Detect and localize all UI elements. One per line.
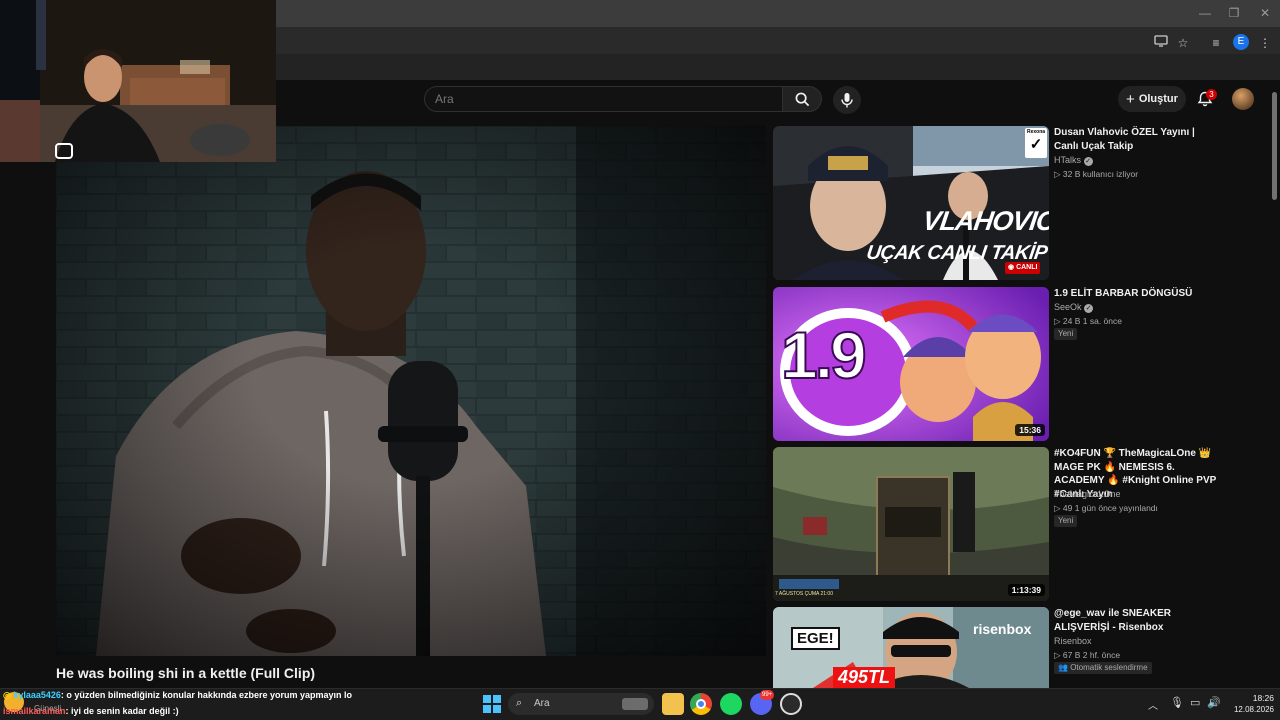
dubbing-icon: 👥 bbox=[1058, 663, 1071, 672]
search-button[interactable] bbox=[782, 86, 822, 112]
sidebar-video-1-title[interactable]: Dusan Vlahovic ÖZEL Yayını | Canlı Uçak … bbox=[1054, 126, 1219, 153]
sidebar-video-4-meta: ▷ 67 B 2 hf. önce bbox=[1054, 650, 1121, 660]
thumbnail-image bbox=[773, 447, 1049, 601]
app-icon[interactable] bbox=[780, 693, 802, 715]
webcam-frame bbox=[0, 0, 276, 162]
sidebar-video-3-meta: ▷ 49 1 gün önce yayınlandı bbox=[1054, 503, 1158, 513]
verified-icon: ✓ bbox=[1083, 157, 1093, 166]
sidebar-video-3-channel[interactable]: TheMagicaLOne bbox=[1054, 489, 1121, 499]
monitor-icon bbox=[1154, 35, 1168, 47]
chat-username-1: kylaaa5426 bbox=[13, 690, 61, 700]
volume-icon[interactable]: 🔊 bbox=[1207, 696, 1221, 709]
create-label: Oluştur bbox=[1138, 93, 1178, 105]
verified-icon: ✓ bbox=[1084, 304, 1094, 313]
voice-search-button[interactable] bbox=[833, 86, 861, 114]
taskbar-search-placeholder: Ara bbox=[534, 698, 550, 709]
search-icon bbox=[795, 92, 810, 107]
chat-message-2: : iyi de senin kadar değil :) bbox=[65, 706, 179, 716]
taskbar-time[interactable]: 18:26 bbox=[1228, 693, 1274, 703]
chat-line-1: ◎ kylaaa5426: o yüzden bilmediğiniz konu… bbox=[3, 690, 352, 701]
notification-count-badge: 3 bbox=[1206, 89, 1217, 100]
auto-dub-badge: 👥 Otomatik seslendirme bbox=[1054, 662, 1152, 674]
taskbar-search[interactable]: ⌕ Ara bbox=[508, 693, 654, 715]
thumbnail-headline: 1.9 bbox=[780, 317, 868, 393]
microphone-icon bbox=[841, 93, 853, 108]
sidebar-video-4-title[interactable]: @ege_wav ile SNEAKER ALIŞVERİŞİ - Risenb… bbox=[1054, 607, 1219, 634]
video-duration: 1:13:39 bbox=[1007, 584, 1045, 596]
video-frame bbox=[56, 126, 766, 656]
chat-line-2: ismailkaraman: iyi de senin kadar değil … bbox=[3, 706, 179, 716]
thumbnail-price: 495TL bbox=[833, 667, 896, 688]
sidebar-video-3-thumbnail[interactable]: 7 AĞUSTOS ÇUMA 21:00 1:13:39 bbox=[773, 447, 1049, 601]
sidebar-video-1-thumbnail[interactable]: Rexona ✓ VLAHOVIC UÇAK CANLI TAKİP ◉ CANL… bbox=[773, 126, 1049, 280]
thumbnail-brand: risenbox bbox=[973, 621, 1032, 637]
video-player[interactable] bbox=[56, 126, 766, 656]
browser-menu-icon[interactable]: ⋮ bbox=[1256, 34, 1274, 52]
play-icon: ▷ bbox=[1054, 169, 1063, 179]
maximize-icon[interactable]: ❐ bbox=[1219, 4, 1249, 22]
play-icon: ▷ bbox=[1054, 316, 1063, 326]
plus-icon: + bbox=[1126, 90, 1135, 108]
chat-username-2: ismailkaraman bbox=[3, 706, 66, 716]
search-box[interactable] bbox=[424, 86, 782, 112]
sidebar-video-2-channel[interactable]: SeeOk ✓ bbox=[1054, 302, 1094, 313]
browser-profile-button[interactable]: E bbox=[1233, 34, 1249, 50]
new-badge: Yeni bbox=[1054, 328, 1078, 340]
video-duration: 15:36 bbox=[1015, 424, 1045, 436]
sidebar-video-2-thumbnail[interactable]: 1.9 15:36 bbox=[773, 287, 1049, 441]
discord-badge: 99+ bbox=[760, 690, 775, 700]
windows-start-icon[interactable] bbox=[483, 695, 501, 713]
check-icon: ✓ bbox=[1029, 136, 1043, 153]
sidebar-video-4-thumbnail[interactable]: EGE! risenbox 495TL bbox=[773, 607, 1049, 688]
media-controls-icon[interactable]: ≡ bbox=[1207, 34, 1225, 52]
taskbar-date[interactable]: 12.08.2026 bbox=[1226, 705, 1274, 714]
search-highlight-icon bbox=[622, 698, 648, 710]
rexona-logo: Rexona ✓ bbox=[1025, 128, 1047, 158]
sidebar-video-1-meta: ▷ 32 B kullanıcı izliyor bbox=[1054, 169, 1139, 179]
install-app-icon[interactable] bbox=[1152, 34, 1170, 52]
bookmark-star-icon[interactable]: ☆ bbox=[1174, 34, 1192, 52]
chrome-icon[interactable] bbox=[690, 693, 712, 715]
account-avatar[interactable] bbox=[1232, 88, 1254, 110]
play-icon: ▷ bbox=[1054, 650, 1063, 660]
thumbnail-headline: EGE! bbox=[791, 627, 840, 650]
sidebar-video-4-channel[interactable]: Risenbox bbox=[1054, 636, 1092, 646]
scrollbar-thumb[interactable] bbox=[1272, 92, 1277, 200]
minimize-icon[interactable]: — bbox=[1190, 4, 1220, 22]
create-button[interactable]: + Oluştur bbox=[1118, 86, 1186, 112]
new-badge: Yeni bbox=[1054, 515, 1078, 527]
webcam-overlay bbox=[0, 0, 276, 162]
thumbnail-caption: 7 AĞUSTOS ÇUMA 21:00 bbox=[775, 591, 833, 597]
tray-expand-icon[interactable]: ︿ bbox=[1148, 697, 1158, 712]
sidebar-video-2-title[interactable]: 1.9 ELİT BARBAR DÖNGÜSÜ bbox=[1054, 287, 1219, 301]
thumbnail-headline: VLAHOVIC bbox=[920, 206, 1049, 236]
search-input[interactable] bbox=[425, 87, 782, 111]
video-title: He was boiling shi in a kettle (Full Cli… bbox=[56, 665, 316, 681]
search-icon: ⌕ bbox=[516, 697, 523, 709]
close-icon[interactable]: ✕ bbox=[1250, 4, 1280, 22]
network-icon[interactable]: ▭ bbox=[1190, 696, 1200, 709]
chat-user-1-icon: ◎ bbox=[3, 690, 14, 700]
live-badge: ◉ CANLI bbox=[1005, 262, 1041, 274]
spotify-icon[interactable] bbox=[720, 693, 742, 715]
live-icon: ◉ bbox=[1008, 264, 1017, 271]
address-bar[interactable] bbox=[276, 31, 1280, 53]
chat-message-1: : o yüzden bilmediğiniz konular hakkında… bbox=[60, 690, 352, 700]
file-explorer-icon[interactable] bbox=[662, 693, 684, 715]
microphone-icon[interactable]: 🎙 bbox=[1170, 696, 1184, 709]
sidebar-video-1-channel[interactable]: HTalks ✓ bbox=[1054, 155, 1093, 166]
play-icon: ▷ bbox=[1054, 503, 1063, 513]
sidebar-video-2-meta: ▷ 24 B 1 sa. önce bbox=[1054, 316, 1122, 326]
